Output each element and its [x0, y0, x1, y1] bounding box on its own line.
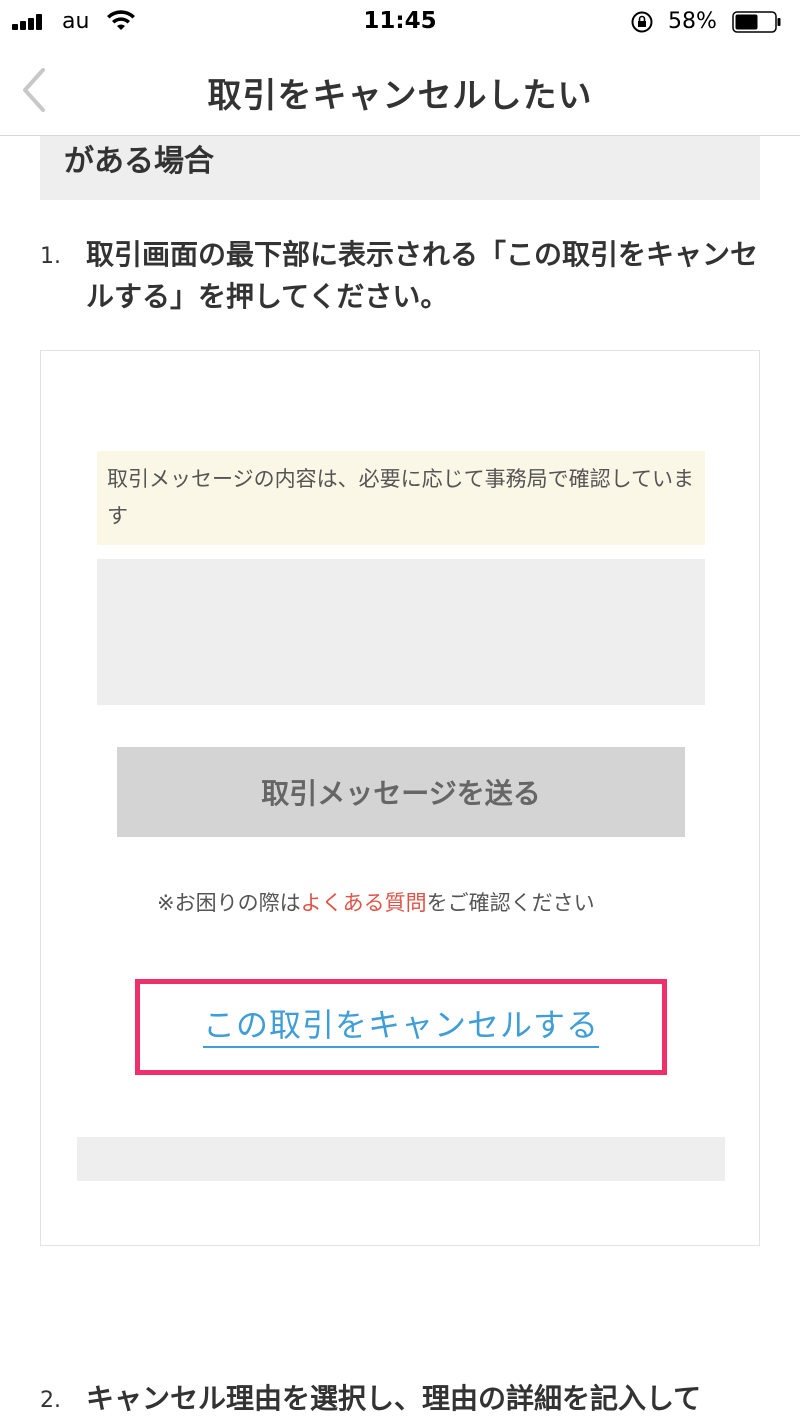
send-message-button: 取引メッセージを送る: [117, 747, 685, 837]
step-1: 1. 取引画面の最下部に表示される「この取引をキャンセルする」を押してください。: [40, 234, 760, 318]
message-textarea: [97, 559, 705, 705]
notice-banner: 取引メッセージの内容は、必要に応じて事務局で確認しています: [97, 451, 705, 545]
battery-icon: [732, 11, 781, 33]
cancel-transaction-link: この取引をキャンセルする: [202, 1006, 599, 1048]
step-2: 2. キャンセル理由を選択し、理由の詳細を記入して: [40, 1378, 760, 1422]
step-number: 2.: [40, 1388, 61, 1413]
faq-link: よくある質問: [300, 891, 427, 915]
instruction-screenshot: 取引メッセージの内容は、必要に応じて事務局で確認しています 取引メッセージを送る…: [40, 350, 760, 1246]
section-header-title: がある場合: [64, 142, 214, 182]
step-text: キャンセル理由を選択し、理由の詳細を記入して: [86, 1382, 702, 1415]
highlight-box: この取引をキャンセルする: [135, 979, 667, 1075]
help-suffix: をご確認ください: [426, 891, 595, 915]
status-bar: au 11:45 58%: [0, 0, 800, 44]
help-prefix: ※お困りの際は: [157, 891, 301, 915]
article-content: がある場合 1. 取引画面の最下部に表示される「この取引をキャンセルする」を押し…: [0, 0, 800, 1422]
section-header-title-line: がある場合: [64, 144, 214, 179]
bottom-placeholder-bar: [77, 1137, 725, 1181]
step-number: 1.: [40, 244, 61, 269]
rotation-lock-icon: [631, 11, 653, 33]
step-text: 取引画面の最下部に表示される「この取引をキャンセルする」を押してください。: [86, 238, 759, 313]
navigation-bar: 取引をキャンセルしたい: [0, 44, 800, 136]
page-title: 取引をキャンセルしたい: [207, 76, 593, 116]
battery-percent: 58%: [668, 9, 717, 34]
help-text: ※お困りの際はよくある質問をご確認ください: [157, 885, 647, 921]
